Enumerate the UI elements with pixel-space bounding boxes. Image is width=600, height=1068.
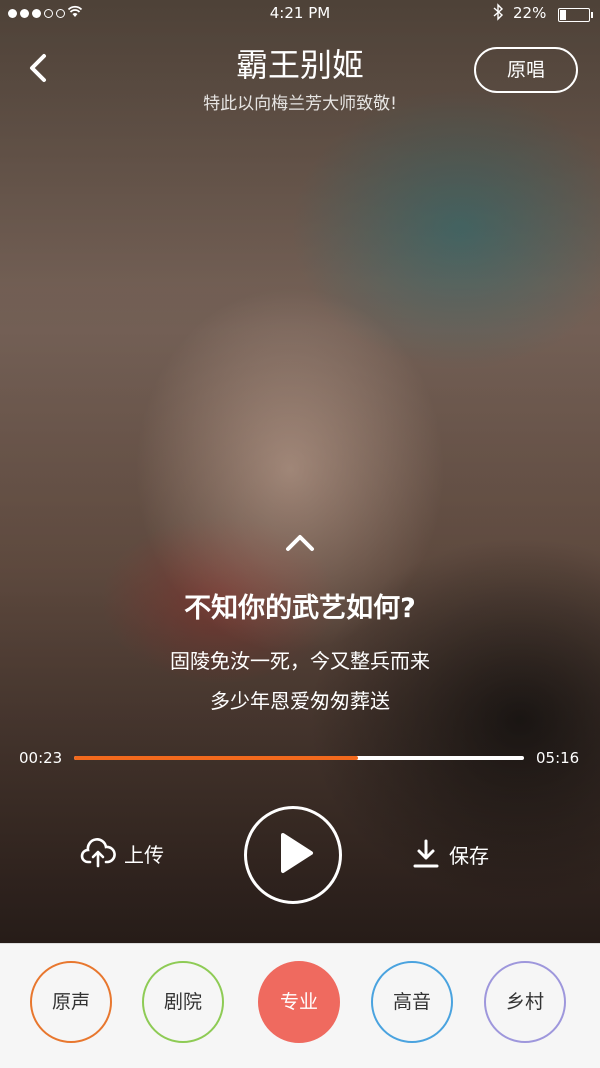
- next-lyric-line: 固陵免汝一死，今又整兵而来: [170, 649, 430, 673]
- status-bar: 4:21 PM 22%: [0, 0, 600, 28]
- next-lyric-line: 多少年恩爱匆匆葬送: [210, 689, 390, 713]
- battery-percent: 22%: [513, 4, 547, 22]
- mode-original-button[interactable]: 原声: [30, 961, 112, 1043]
- mode-professional-button[interactable]: 专业: [258, 961, 340, 1043]
- bluetooth-icon: [492, 3, 504, 25]
- battery-icon: [558, 8, 593, 22]
- upload-label: 上传: [124, 842, 164, 867]
- chevron-up-icon: [286, 535, 314, 551]
- total-time: 05:16: [536, 749, 580, 767]
- status-time: 4:21 PM: [269, 4, 331, 22]
- mode-theater-button[interactable]: 剧院: [142, 961, 224, 1043]
- progress-played: [74, 756, 358, 760]
- save-label: 保存: [449, 843, 489, 868]
- current-time: 00:23: [19, 749, 63, 767]
- save-button[interactable]: 保存: [411, 838, 489, 870]
- play-icon: [281, 833, 313, 873]
- progress-bar[interactable]: [74, 756, 524, 760]
- mode-country-button[interactable]: 乡村: [484, 961, 566, 1043]
- expand-lyrics-button[interactable]: [282, 531, 318, 555]
- current-lyric: 不知你的武艺如何?: [184, 593, 416, 624]
- download-icon: [413, 839, 439, 868]
- effect-mode-bar: 原声 剧院 专业 高音 乡村: [0, 943, 600, 1068]
- upload-button[interactable]: 上传: [80, 838, 164, 868]
- original-vocal-button[interactable]: 原唱: [474, 47, 578, 93]
- background-photo: [0, 0, 600, 943]
- mode-treble-button[interactable]: 高音: [371, 961, 453, 1043]
- cloud-upload-icon: [80, 838, 116, 868]
- play-button[interactable]: [244, 806, 342, 904]
